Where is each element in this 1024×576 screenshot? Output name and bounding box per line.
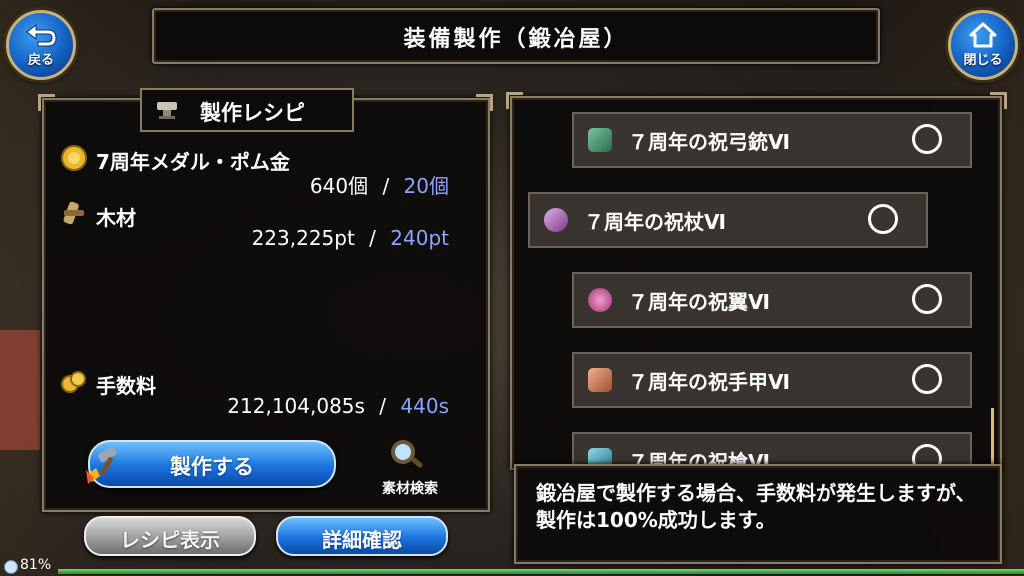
battery-icon	[4, 560, 18, 574]
recipe-list-panel: ７周年の祝弓銃Ⅵ ７周年の祝杖Ⅵ ７周年の祝翼Ⅵ ７周年の祝手甲Ⅵ ７周年の祝槍…	[510, 96, 1002, 470]
recipe-radio[interactable]	[868, 204, 898, 234]
background-pillar	[0, 330, 40, 450]
back-label: 戻る	[27, 53, 54, 68]
material-search-label: 素材検索	[382, 481, 438, 497]
recipe-panel-title: 製作レシピ	[200, 101, 305, 125]
staff-icon	[544, 208, 568, 232]
close-button[interactable]: 閉じる	[948, 10, 1018, 80]
home-icon	[969, 22, 997, 48]
anvil-icon	[157, 102, 177, 119]
battery-text: 81%	[20, 557, 52, 573]
wing-icon	[588, 288, 612, 312]
recipe-radio[interactable]	[912, 364, 942, 394]
amount-separator: /	[369, 226, 376, 250]
recipe-view-button[interactable]: レシピ表示	[84, 516, 256, 556]
recipe-row[interactable]: ７周年の祝翼Ⅵ	[572, 272, 972, 328]
page-title: 装備製作（鍛冶屋）	[403, 27, 629, 52]
magnifier-icon	[391, 440, 423, 468]
recipe-name: ７周年の祝翼Ⅵ	[628, 290, 770, 314]
material-name: 7周年メダル・ポム金	[96, 150, 290, 174]
recipe-view-label: レシピ表示	[120, 528, 220, 552]
ornament	[38, 94, 55, 111]
material-owned: 223,225pt	[251, 226, 355, 250]
title-bar: 装備製作（鍛冶屋）	[152, 8, 880, 64]
craft-button[interactable]: 製作する	[86, 440, 336, 488]
craft-button-label: 製作する	[170, 455, 254, 479]
ornament	[990, 92, 1007, 109]
material-amount: 640個 / 20個	[310, 170, 449, 199]
fee-label: 手数料	[96, 374, 156, 398]
recipe-row[interactable]: ７周年の祝手甲Ⅵ	[572, 352, 972, 408]
ornament	[476, 94, 493, 111]
recipe-name: ７周年の祝弓銃Ⅵ	[628, 130, 790, 154]
ornament	[506, 92, 523, 109]
message-text: 鍛冶屋で製作する場合、手数料が発生しますが、製作は100%成功します。	[536, 481, 976, 532]
battery-indicator: 81%	[0, 556, 60, 576]
recipe-row[interactable]: ７周年の祝弓銃Ⅵ	[572, 112, 972, 168]
fee-amount: 212,104,085s / 440s	[227, 394, 449, 418]
scrollbar[interactable]	[991, 408, 994, 468]
material-name: 木材	[96, 206, 136, 230]
close-label: 閉じる	[963, 53, 1003, 68]
fee-owned: 212,104,085s	[227, 394, 365, 418]
recipe-row[interactable]: ７周年の祝杖Ⅵ	[528, 192, 928, 248]
detail-button[interactable]: 詳細確認	[276, 516, 448, 556]
recipe-panel-title-tab: 製作レシピ	[140, 88, 354, 132]
material-search-button[interactable]: 素材検索	[370, 438, 450, 498]
recipe-radio[interactable]	[912, 284, 942, 314]
material-owned: 640個	[309, 174, 369, 198]
exp-bar	[58, 569, 1024, 574]
wood-icon	[63, 201, 84, 225]
recipe-radio[interactable]	[912, 124, 942, 154]
amount-separator: /	[382, 174, 390, 198]
crossbow-icon	[588, 128, 612, 152]
amount-separator: /	[379, 394, 387, 418]
material-required: 240pt	[390, 226, 449, 250]
recipe-name: ７周年の祝手甲Ⅵ	[628, 370, 790, 394]
coins-icon	[61, 371, 86, 393]
message-box: 鍛冶屋で製作する場合、手数料が発生しますが、製作は100%成功します。	[514, 464, 1002, 564]
back-arrow-icon	[26, 23, 57, 47]
fee-required: 440s	[400, 394, 449, 418]
gauntlet-icon	[588, 368, 612, 392]
back-button[interactable]: 戻る	[6, 10, 76, 80]
detail-button-label: 詳細確認	[322, 528, 402, 552]
material-amount: 223,225pt / 240pt	[252, 226, 449, 250]
medal-icon	[61, 145, 87, 171]
recipe-name: ７周年の祝杖Ⅵ	[584, 210, 726, 234]
material-required: 20個	[403, 174, 449, 198]
